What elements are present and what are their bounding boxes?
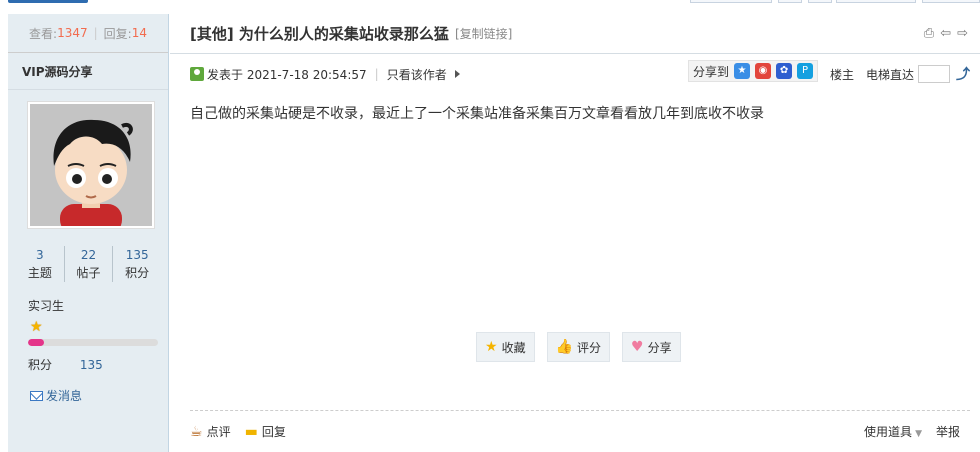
online-user-icon xyxy=(190,67,204,81)
send-message-label: 发消息 xyxy=(46,389,83,403)
go-arrow-icon[interactable]: ⤴ xyxy=(956,64,970,84)
prev-thread-icon[interactable]: ⇦ xyxy=(940,26,951,41)
share-bar: 分享到 ★ ◉ ✿ P xyxy=(688,60,819,82)
floor-input[interactable] xyxy=(918,65,951,83)
count-label: 积分 xyxy=(125,266,150,280)
rate-button[interactable]: 👍 评分 xyxy=(546,332,611,362)
count-threads[interactable]: 3 主题 xyxy=(16,246,65,282)
avatar-image xyxy=(30,104,152,226)
post-main: [其他] 为什么别人的采集站收录那么猛 [复制链接] ⎙ ⇦ ⇨ 发表于 202… xyxy=(170,14,980,452)
author-name[interactable]: VIP源码分享 xyxy=(8,53,168,90)
top-nav-strip xyxy=(0,0,980,6)
share-label: 分享到 xyxy=(693,64,730,79)
heart-icon: ♥ xyxy=(631,339,644,355)
rank-progress-bar xyxy=(28,339,158,346)
credit-row: 积分 135 xyxy=(28,356,103,373)
avatar-cartoon-icon xyxy=(30,104,152,226)
count-value: 22 xyxy=(80,248,97,262)
comment-button[interactable]: ☕ 点评 xyxy=(190,423,231,440)
envelope-icon xyxy=(30,390,43,401)
replies-label: 回复: xyxy=(103,26,132,41)
page-title: [其他] 为什么别人的采集站收录那么猛 xyxy=(190,25,449,43)
footer-right: 使用道具 ▼ 举报 xyxy=(864,423,970,440)
baidu-share-icon[interactable]: ✿ xyxy=(776,63,793,79)
use-tools-label: 使用道具 xyxy=(864,425,913,439)
post-content: 自己做的采集站硬是不收录，最近上了一个采集站准备采集百万文章看看放几年到底收不收… xyxy=(190,106,764,122)
comment-icon: ☕ xyxy=(190,423,203,440)
title-tools: ⎙ ⇦ ⇨ xyxy=(924,26,968,41)
copy-link-button[interactable]: [复制链接] xyxy=(455,25,512,42)
reply-button[interactable]: ▬ 回复 xyxy=(245,423,286,440)
only-author-link[interactable]: 只看该作者 xyxy=(387,66,447,83)
views-count: 1347 xyxy=(57,26,88,40)
share-button[interactable]: ♥ 分享 xyxy=(622,332,681,362)
star-icon: ★ xyxy=(30,319,43,335)
post-title-row: [其他] 为什么别人的采集站收录那么猛 [复制链接] ⎙ ⇦ ⇨ xyxy=(170,14,980,54)
tencent-share-icon[interactable]: P xyxy=(797,63,814,79)
credit-value: 135 xyxy=(79,358,103,372)
use-tools-dropdown[interactable]: 使用道具 ▼ xyxy=(864,423,922,440)
footer-left: ☕ 点评 ▬ 回复 xyxy=(190,423,286,440)
favorite-label: 收藏 xyxy=(501,340,526,355)
thumbs-up-icon: 👍 xyxy=(555,339,574,355)
post-meta: 发表于 2021-7-18 20:54:57 | 只看该作者 xyxy=(190,65,460,83)
star-icon: ★ xyxy=(485,339,498,355)
elevator-label: 电梯直达 xyxy=(866,67,915,82)
count-label: 帖子 xyxy=(76,266,101,280)
send-message-link[interactable]: 发消息 xyxy=(30,387,82,404)
top-nav-button[interactable] xyxy=(690,0,772,3)
meta-separator: | xyxy=(374,67,379,81)
count-value: 3 xyxy=(36,248,44,262)
favorite-button[interactable]: ★ 收藏 xyxy=(476,332,535,362)
chevron-down-icon: ▼ xyxy=(915,429,922,439)
weibo-share-icon[interactable]: ◉ xyxy=(755,63,772,79)
rate-label: 评分 xyxy=(577,340,602,355)
rank-progress-fill xyxy=(28,339,44,346)
post-actions: ★ 收藏 👍 评分 ♥ 分享 xyxy=(476,332,681,362)
comment-label: 点评 xyxy=(206,425,231,439)
author-sidebar: 查看: 1347 | 回复: 14 VIP源码分享 3 主题 22 帖子 135… xyxy=(8,14,169,452)
post-footer: ☕ 点评 ▬ 回复 使用道具 ▼ 举报 xyxy=(190,410,970,452)
top-nav-button[interactable] xyxy=(836,0,916,3)
views-label: 查看: xyxy=(29,26,58,41)
share-button-label: 分享 xyxy=(647,340,672,355)
replies-count: 14 xyxy=(131,26,147,40)
count-credits[interactable]: 135 积分 xyxy=(113,246,161,282)
triangle-right-icon xyxy=(454,70,460,78)
count-value: 135 xyxy=(125,248,149,262)
count-posts[interactable]: 22 帖子 xyxy=(65,246,114,282)
avatar[interactable] xyxy=(27,101,155,229)
floor-nav: 楼主 电梯直达 ⤴ xyxy=(830,64,970,84)
top-nav-button[interactable] xyxy=(922,0,980,3)
top-nav-button[interactable] xyxy=(8,0,88,3)
top-nav-button[interactable] xyxy=(778,0,802,3)
reply-label: 回复 xyxy=(261,425,286,439)
user-rank[interactable]: 实习生 xyxy=(28,297,64,314)
floor-label: 楼主 xyxy=(830,67,855,82)
author-counts: 3 主题 22 帖子 135 积分 xyxy=(16,246,161,282)
next-thread-icon[interactable]: ⇨ xyxy=(957,26,968,41)
report-link[interactable]: 举报 xyxy=(936,423,960,440)
top-nav-button[interactable] xyxy=(808,0,832,3)
thread-stats: 查看: 1347 | 回复: 14 xyxy=(8,14,168,53)
speech-bubble-icon: ▬ xyxy=(244,423,258,440)
print-icon[interactable]: ⎙ xyxy=(924,26,934,41)
stats-separator: | xyxy=(93,26,98,40)
count-label: 主题 xyxy=(27,266,52,280)
credit-label: 积分 xyxy=(28,358,53,372)
qzone-share-icon[interactable]: ★ xyxy=(734,63,751,79)
post-date: 发表于 2021-7-18 20:54:57 xyxy=(207,67,367,82)
